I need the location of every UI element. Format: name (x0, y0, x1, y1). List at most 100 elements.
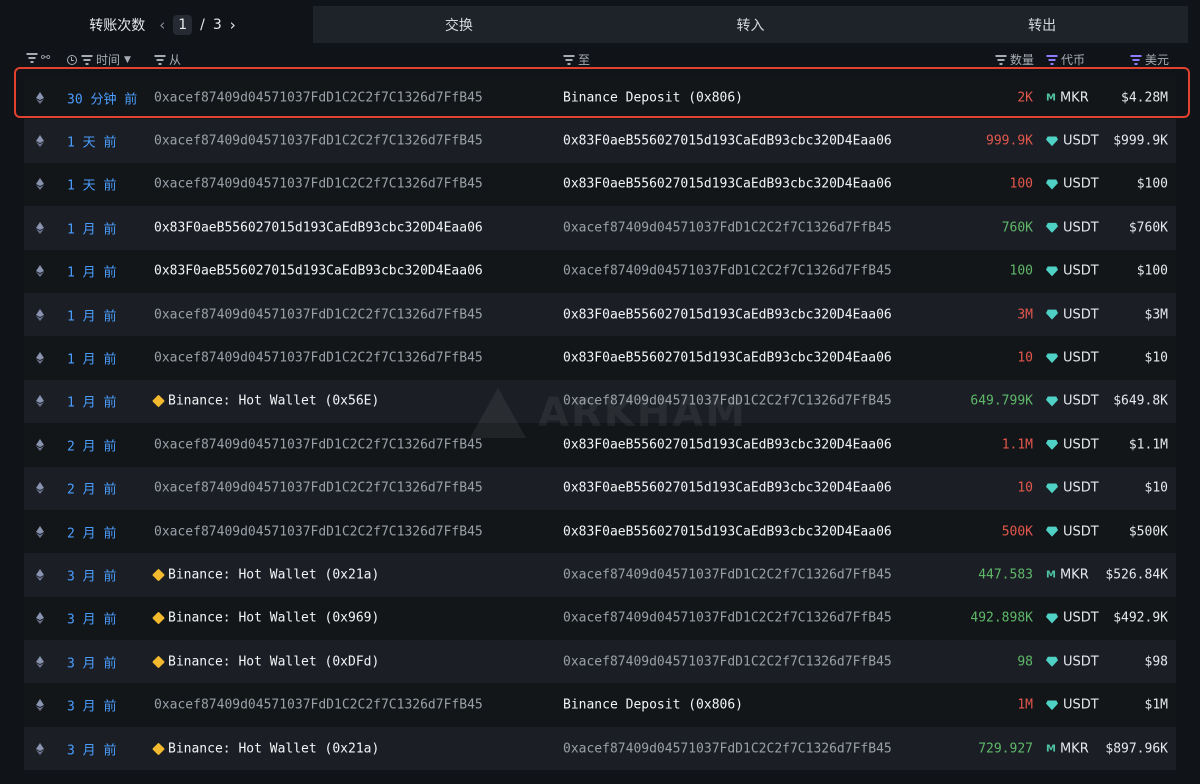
row-token[interactable]: USDT (1046, 654, 1099, 669)
row-time[interactable]: 1 天 前 (67, 175, 116, 194)
row-to[interactable]: 0xacef87409d04571037FdD1C2C2f7C1326d7FfB… (563, 741, 892, 756)
tab-out[interactable]: 转出 (896, 6, 1188, 43)
row-token-label: USDT (1063, 697, 1099, 713)
table-row[interactable]: 3 月 前 Binance: Hot Wallet (0xDFd) 0xacef87… (24, 640, 1176, 684)
row-from[interactable]: 0xacef87409d04571037FdD1C2C2f7C1326d7FfB… (154, 307, 483, 322)
table-row[interactable]: 1 天 前 0xacef87409d04571037FdD1C2C2f7C1326… (24, 162, 1176, 207)
header-chain-filter[interactable]: ⚯ (26, 51, 50, 64)
header-usd-label: 美元 (1145, 53, 1170, 67)
row-from[interactable]: Binance: Hot Wallet (0xDFd) (152, 654, 379, 669)
row-to[interactable]: Binance Deposit (0x806) (563, 698, 743, 713)
link-icon[interactable]: ⚯ (41, 51, 50, 64)
row-to[interactable]: 0x83F0aeB556027015d193CaEdB93cbc320D4Eaa… (563, 177, 892, 192)
row-time[interactable]: 30 分钟 前 (67, 88, 137, 107)
row-from[interactable]: 0xacef87409d04571037FdD1C2C2f7C1326d7FfB… (154, 698, 483, 713)
table-row[interactable]: 1 月 前 0x83F0aeB556027015d193CaEdB93cbc320… (24, 206, 1176, 250)
usdt-icon (1046, 266, 1058, 276)
header-amount-label: 数量 (1010, 53, 1035, 67)
header-token[interactable]: 代币 (1046, 51, 1085, 68)
row-from[interactable]: 0xacef87409d04571037FdD1C2C2f7C1326d7FfB… (154, 481, 483, 496)
row-token[interactable]: M MKR (1046, 741, 1089, 756)
header-time[interactable]: 时间 ▼ (67, 51, 131, 68)
row-usd: $526.84K (1105, 567, 1168, 583)
row-token[interactable]: M MKR (1046, 90, 1089, 105)
header-from[interactable]: 从 (154, 51, 181, 68)
table-row[interactable]: 2 月 前 0xacef87409d04571037FdD1C2C2f7C1326… (24, 509, 1176, 554)
row-to[interactable]: 0x83F0aeB556027015d193CaEdB93cbc320D4Eaa… (563, 481, 892, 496)
row-usd: $4.28M (1121, 90, 1168, 106)
row-token[interactable]: USDT (1046, 524, 1099, 539)
table-row[interactable]: 1 月 前 0xacef87409d04571037FdD1C2C2f7C1326… (24, 336, 1176, 380)
row-time[interactable]: 3 月 前 (67, 739, 116, 758)
header-amount[interactable]: 数量 (995, 51, 1034, 68)
tab-in[interactable]: 转入 (605, 6, 897, 43)
table-row[interactable]: 30 分钟 前 0xacef87409d04571037FdD1C2C2f7C13… (24, 76, 1176, 120)
chevron-right-icon[interactable]: › (230, 16, 236, 34)
row-to[interactable]: 0x83F0aeB556027015d193CaEdB93cbc320D4Eaa… (563, 134, 892, 149)
header-usd[interactable]: 美元 (1130, 51, 1169, 68)
row-token[interactable]: USDT (1046, 437, 1099, 452)
row-from[interactable]: 0xacef87409d04571037FdD1C2C2f7C1326d7FfB… (154, 524, 483, 539)
row-token[interactable]: USDT (1046, 394, 1099, 409)
row-time[interactable]: 2 月 前 (67, 479, 116, 498)
row-from[interactable]: 0xacef87409d04571037FdD1C2C2f7C1326d7FfB… (154, 90, 483, 105)
row-from[interactable]: 0xacef87409d04571037FdD1C2C2f7C1326d7FfB… (154, 177, 483, 192)
row-from[interactable]: Binance: Hot Wallet (0x21a) (152, 567, 379, 582)
row-token[interactable]: USDT (1046, 351, 1099, 366)
row-to[interactable]: 0x83F0aeB556027015d193CaEdB93cbc320D4Eaa… (563, 351, 892, 366)
row-token[interactable]: USDT (1046, 698, 1099, 713)
row-time[interactable]: 3 月 前 (67, 696, 116, 715)
row-to[interactable]: Binance Deposit (0x806) (563, 90, 743, 105)
row-from[interactable]: Binance: Hot Wallet (0x56E) (152, 394, 379, 409)
row-time[interactable]: 2 月 前 (67, 522, 116, 541)
row-to[interactable]: 0xacef87409d04571037FdD1C2C2f7C1326d7FfB… (563, 654, 892, 669)
row-time[interactable]: 1 月 前 (67, 305, 116, 324)
row-time[interactable]: 1 月 前 (67, 349, 116, 368)
table-row[interactable]: 1 月 前 0xacef87409d04571037FdD1C2C2f7C1326… (24, 292, 1176, 337)
table-row[interactable]: 3 月 前 Binance: Hot Wallet (0x21a) 0xacef87… (24, 726, 1176, 771)
table-row[interactable]: 3 月 前 0xacef87409d04571037FdD1C2C2f7C1326… (24, 683, 1176, 727)
row-from[interactable]: Binance: Hot Wallet (0x969) (152, 611, 379, 626)
row-time[interactable]: 2 月 前 (67, 435, 116, 454)
table-row[interactable]: 3 月 前 Binance: Hot Wallet (0x969) 0xacef87… (24, 596, 1176, 641)
table-row[interactable]: 2 月 前 0xacef87409d04571037FdD1C2C2f7C1326… (24, 466, 1176, 510)
row-time[interactable]: 1 天 前 (67, 132, 116, 151)
row-time[interactable]: 3 月 前 (67, 609, 116, 628)
tab-swap[interactable]: 交换 (313, 6, 605, 43)
row-to[interactable]: 0xacef87409d04571037FdD1C2C2f7C1326d7FfB… (563, 220, 892, 235)
row-to[interactable]: 0xacef87409d04571037FdD1C2C2f7C1326d7FfB… (563, 264, 892, 279)
row-token[interactable]: USDT (1046, 220, 1099, 235)
row-time[interactable]: 3 月 前 (67, 652, 116, 671)
usdt-icon (1046, 136, 1058, 146)
row-token[interactable]: M MKR (1046, 567, 1089, 582)
row-time[interactable]: 1 月 前 (67, 392, 116, 411)
row-from[interactable]: 0xacef87409d04571037FdD1C2C2f7C1326d7FfB… (154, 437, 483, 452)
row-token[interactable]: USDT (1046, 481, 1099, 496)
row-token[interactable]: USDT (1046, 264, 1099, 279)
table-row[interactable]: 1 月 前 0x83F0aeB556027015d193CaEdB93cbc320… (24, 249, 1176, 293)
row-time[interactable]: 1 月 前 (67, 262, 116, 281)
table-row[interactable]: 3 月 前 Binance: Hot Wallet (0x21a) 0xacef87… (24, 553, 1176, 597)
chevron-left-icon[interactable]: ‹ (159, 16, 165, 34)
row-to[interactable]: 0xacef87409d04571037FdD1C2C2f7C1326d7FfB… (563, 567, 892, 582)
row-from[interactable]: 0xacef87409d04571037FdD1C2C2f7C1326d7FfB… (154, 351, 483, 366)
table-row[interactable]: 1 天 前 0xacef87409d04571037FdD1C2C2f7C1326… (24, 119, 1176, 163)
row-from[interactable]: 0x83F0aeB556027015d193CaEdB93cbc320D4Eaa… (154, 264, 483, 279)
row-time[interactable]: 3 月 前 (67, 565, 116, 584)
row-from[interactable]: 0xacef87409d04571037FdD1C2C2f7C1326d7FfB… (154, 134, 483, 149)
header-time-label: 时间 (96, 53, 121, 67)
row-token[interactable]: USDT (1046, 307, 1099, 322)
row-from[interactable]: 0x83F0aeB556027015d193CaEdB93cbc320D4Eaa… (154, 220, 483, 235)
row-to[interactable]: 0x83F0aeB556027015d193CaEdB93cbc320D4Eaa… (563, 524, 892, 539)
row-token[interactable]: USDT (1046, 611, 1099, 626)
header-to[interactable]: 至 (563, 51, 590, 68)
row-to[interactable]: 0x83F0aeB556027015d193CaEdB93cbc320D4Eaa… (563, 307, 892, 322)
row-from[interactable]: Binance: Hot Wallet (0x21a) (152, 741, 379, 756)
row-to[interactable]: 0xacef87409d04571037FdD1C2C2f7C1326d7FfB… (563, 611, 892, 626)
row-usd: $649.8K (1113, 393, 1168, 409)
row-to[interactable]: 0x83F0aeB556027015d193CaEdB93cbc320D4Eaa… (563, 437, 892, 452)
tab-transfers[interactable]: 转账次数 ‹ 1 / 3 › (12, 6, 313, 43)
row-token[interactable]: USDT (1046, 134, 1099, 149)
row-time[interactable]: 1 月 前 (67, 218, 116, 237)
row-token[interactable]: USDT (1046, 177, 1099, 192)
